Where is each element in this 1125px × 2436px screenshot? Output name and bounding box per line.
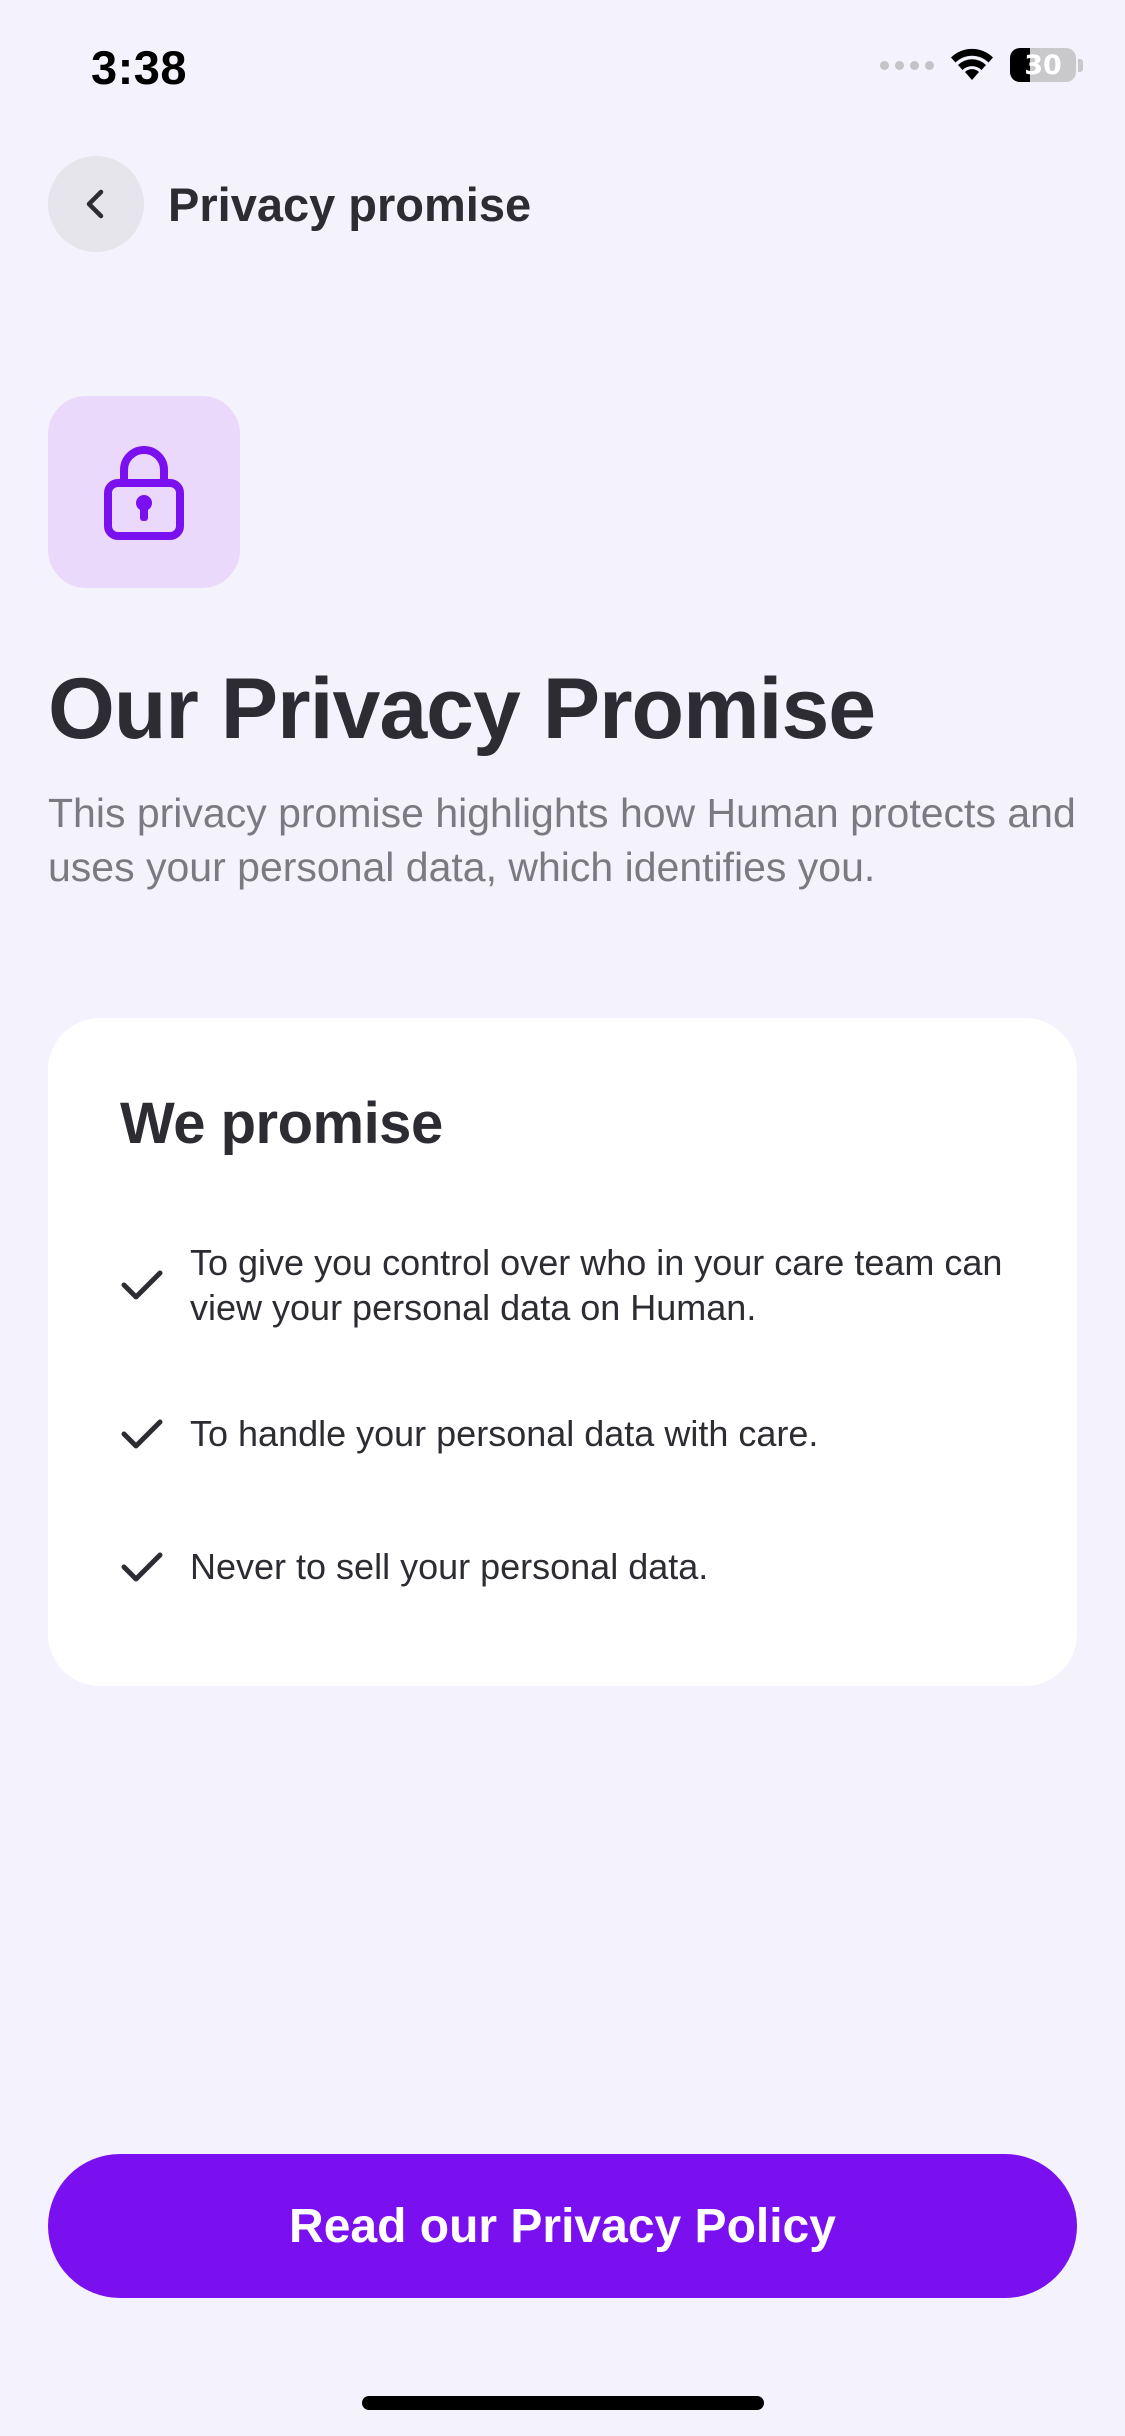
card-heading: We promise bbox=[120, 1091, 443, 1156]
check-icon bbox=[121, 1419, 163, 1448]
promise-item: To handle your personal data with care. bbox=[120, 1411, 1020, 1456]
chevron-left-icon bbox=[86, 189, 104, 219]
promise-card: We promise To give you control over who … bbox=[48, 1018, 1077, 1686]
promise-item: To give you control over who in your car… bbox=[120, 1240, 1020, 1330]
battery-icon: 30 bbox=[1010, 48, 1083, 82]
promise-text: To give you control over who in your car… bbox=[190, 1242, 1003, 1328]
page-subtitle: This privacy promise highlights how Huma… bbox=[48, 790, 1076, 890]
read-privacy-policy-button[interactable]: Read our Privacy Policy bbox=[48, 2154, 1077, 2298]
status-time: 3:38 bbox=[91, 41, 188, 94]
status-indicators: 30 bbox=[880, 48, 1083, 82]
lock-tile bbox=[48, 396, 240, 588]
promise-item: Never to sell your personal data. bbox=[120, 1544, 1020, 1589]
battery-level: 30 bbox=[1024, 49, 1062, 81]
status-bar: 3:38 30 bbox=[0, 0, 1125, 130]
promise-text: To handle your personal data with care. bbox=[190, 1413, 819, 1454]
check-icon bbox=[121, 1270, 163, 1300]
nav-header: Privacy promise bbox=[48, 156, 531, 252]
home-indicator[interactable] bbox=[362, 2396, 764, 2410]
nav-title: Privacy promise bbox=[168, 177, 532, 231]
check-icon bbox=[121, 1552, 163, 1581]
wifi-icon bbox=[951, 48, 993, 80]
promise-text: Never to sell your personal data. bbox=[190, 1546, 709, 1587]
page-title: Our Privacy Promise bbox=[48, 661, 876, 757]
back-button[interactable] bbox=[48, 156, 144, 252]
lock-icon bbox=[104, 446, 184, 540]
cellular-signal-icon bbox=[880, 60, 934, 70]
